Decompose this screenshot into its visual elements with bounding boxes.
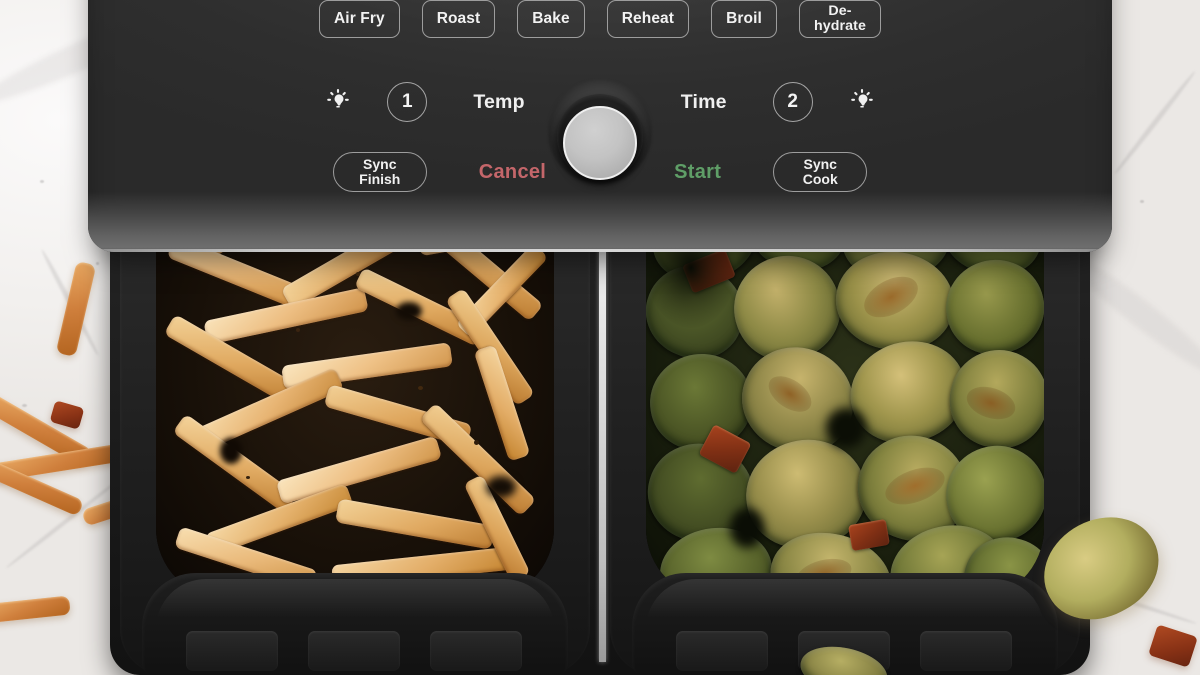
mode-label: Reheat	[621, 10, 675, 28]
mode-button-roast[interactable]: Roast	[421, 0, 496, 38]
temp-time-control-row: 1 Temp Time 2	[88, 74, 1112, 184]
basket-right[interactable]	[610, 212, 1080, 675]
air-fryer-appliance: Air Fry Roast Bake Reheat Broil De- hydr…	[88, 0, 1112, 675]
loose-fry	[0, 595, 71, 624]
marble-vein	[1113, 69, 1197, 176]
lightbulb-icon[interactable]	[847, 87, 877, 117]
mode-button-reheat[interactable]: Reheat	[606, 0, 690, 38]
basket-right-interior	[646, 212, 1044, 600]
loose-bacon	[1148, 624, 1198, 668]
control-panel: Air Fry Roast Bake Reheat Broil De- hydr…	[88, 0, 1112, 252]
cancel-button[interactable]: Cancel	[479, 161, 546, 184]
cooking-mode-row: Air Fry Roast Bake Reheat Broil De- hydr…	[88, 0, 1112, 38]
zone-number: 2	[787, 91, 798, 112]
rotary-knob[interactable]	[548, 80, 652, 184]
basket-housing	[110, 212, 1090, 675]
mode-button-dehydrate[interactable]: De-hydrate	[799, 0, 881, 38]
zone-1-indicator[interactable]: 1	[387, 82, 428, 122]
handle-ridge	[676, 631, 768, 671]
start-button[interactable]: Start	[674, 161, 721, 184]
time-label[interactable]: Time	[681, 91, 727, 114]
sync-cook-button[interactable]: Sync Cook	[773, 152, 868, 192]
mode-label: Air Fry	[334, 10, 385, 28]
handle-ridge	[186, 631, 278, 671]
mode-label: Roast	[436, 10, 481, 28]
control-panel-ui: Air Fry Roast Bake Reheat Broil De- hydr…	[88, 0, 1112, 192]
handle-ridge	[308, 631, 400, 671]
marble-speck	[22, 404, 27, 407]
mode-label: Bake	[532, 10, 570, 28]
basket-left-handle[interactable]	[142, 573, 568, 675]
mode-button-air-fry[interactable]: Air Fry	[319, 0, 400, 38]
zone-2-indicator[interactable]: 2	[772, 82, 813, 122]
handle-ridge	[920, 631, 1012, 671]
air-fryer-product-photo: Air Fry Roast Bake Reheat Broil De- hydr…	[0, 0, 1200, 675]
marble-speck	[40, 180, 44, 183]
panel-bottom-bezel	[88, 192, 1112, 252]
temp-label[interactable]: Temp	[473, 91, 524, 114]
sync-finish-label: Sync Finish	[359, 156, 401, 187]
marble-speck	[1140, 200, 1144, 203]
sync-cook-label: Sync Cook	[802, 156, 838, 187]
mode-label: De-hydrate	[814, 3, 866, 34]
handle-ridge	[430, 631, 522, 671]
loose-bacon	[49, 400, 85, 430]
basket-divider	[599, 218, 606, 662]
mode-button-bake[interactable]: Bake	[517, 0, 585, 38]
sync-finish-button[interactable]: Sync Finish	[332, 152, 427, 192]
basket-left[interactable]	[120, 212, 590, 675]
basket-left-interior	[156, 212, 554, 600]
mode-button-broil[interactable]: Broil	[711, 0, 778, 38]
zone-number: 1	[402, 91, 413, 112]
lightbulb-icon[interactable]	[323, 87, 353, 117]
mode-label: Broil	[726, 10, 762, 28]
knob-cap[interactable]	[563, 106, 637, 180]
